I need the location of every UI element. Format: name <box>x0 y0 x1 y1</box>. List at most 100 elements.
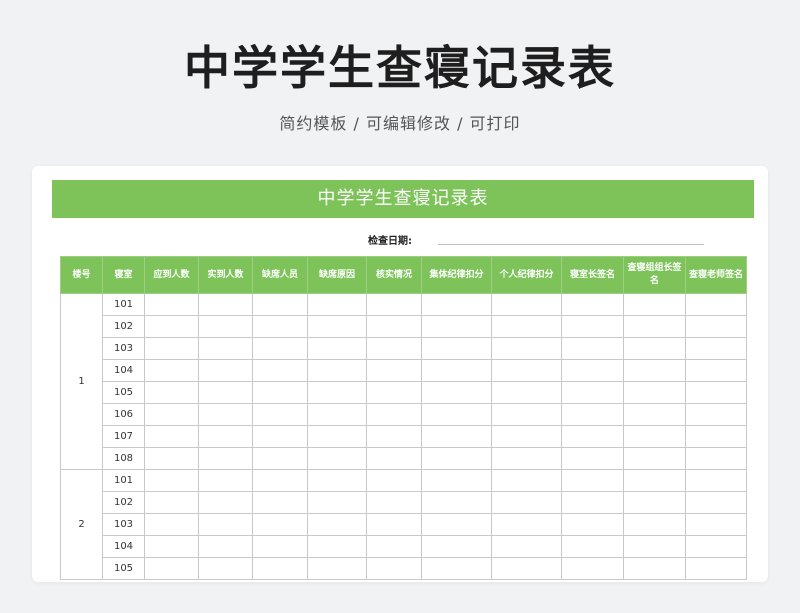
empty-cell[interactable] <box>561 447 624 470</box>
empty-cell[interactable] <box>685 359 747 382</box>
empty-cell[interactable] <box>198 513 253 536</box>
empty-cell[interactable] <box>366 557 422 580</box>
empty-cell[interactable] <box>623 425 686 448</box>
empty-cell[interactable] <box>144 425 199 448</box>
empty-cell[interactable] <box>561 337 624 360</box>
empty-cell[interactable] <box>421 359 492 382</box>
empty-cell[interactable] <box>623 447 686 470</box>
empty-cell[interactable] <box>307 403 367 426</box>
empty-cell[interactable] <box>685 337 747 360</box>
empty-cell[interactable] <box>685 513 747 536</box>
empty-cell[interactable] <box>144 557 199 580</box>
empty-cell[interactable] <box>198 447 253 470</box>
empty-cell[interactable] <box>144 337 199 360</box>
empty-cell[interactable] <box>421 513 492 536</box>
check-date-field[interactable] <box>438 244 704 245</box>
empty-cell[interactable] <box>685 403 747 426</box>
empty-cell[interactable] <box>198 359 253 382</box>
empty-cell[interactable] <box>252 359 308 382</box>
empty-cell[interactable] <box>366 381 422 404</box>
empty-cell[interactable] <box>307 557 367 580</box>
empty-cell[interactable] <box>307 337 367 360</box>
empty-cell[interactable] <box>198 315 253 338</box>
empty-cell[interactable] <box>685 557 747 580</box>
empty-cell[interactable] <box>307 359 367 382</box>
empty-cell[interactable] <box>421 469 492 492</box>
empty-cell[interactable] <box>685 315 747 338</box>
empty-cell[interactable] <box>491 469 562 492</box>
empty-cell[interactable] <box>623 469 686 492</box>
empty-cell[interactable] <box>366 425 422 448</box>
empty-cell[interactable] <box>623 381 686 404</box>
empty-cell[interactable] <box>685 381 747 404</box>
empty-cell[interactable] <box>561 557 624 580</box>
empty-cell[interactable] <box>144 469 199 492</box>
empty-cell[interactable] <box>307 447 367 470</box>
empty-cell[interactable] <box>561 293 624 316</box>
empty-cell[interactable] <box>421 491 492 514</box>
empty-cell[interactable] <box>561 535 624 558</box>
empty-cell[interactable] <box>685 425 747 448</box>
empty-cell[interactable] <box>307 535 367 558</box>
empty-cell[interactable] <box>198 293 253 316</box>
empty-cell[interactable] <box>366 491 422 514</box>
empty-cell[interactable] <box>561 425 624 448</box>
empty-cell[interactable] <box>144 491 199 514</box>
empty-cell[interactable] <box>252 447 308 470</box>
empty-cell[interactable] <box>561 403 624 426</box>
empty-cell[interactable] <box>198 469 253 492</box>
empty-cell[interactable] <box>623 513 686 536</box>
empty-cell[interactable] <box>491 447 562 470</box>
empty-cell[interactable] <box>421 447 492 470</box>
empty-cell[interactable] <box>144 359 199 382</box>
empty-cell[interactable] <box>252 491 308 514</box>
empty-cell[interactable] <box>252 535 308 558</box>
empty-cell[interactable] <box>491 315 562 338</box>
empty-cell[interactable] <box>623 557 686 580</box>
empty-cell[interactable] <box>491 359 562 382</box>
empty-cell[interactable] <box>144 403 199 426</box>
empty-cell[interactable] <box>366 447 422 470</box>
empty-cell[interactable] <box>198 337 253 360</box>
empty-cell[interactable] <box>623 337 686 360</box>
empty-cell[interactable] <box>307 491 367 514</box>
empty-cell[interactable] <box>198 381 253 404</box>
empty-cell[interactable] <box>198 557 253 580</box>
empty-cell[interactable] <box>252 513 308 536</box>
empty-cell[interactable] <box>685 447 747 470</box>
empty-cell[interactable] <box>421 381 492 404</box>
empty-cell[interactable] <box>491 491 562 514</box>
empty-cell[interactable] <box>561 381 624 404</box>
empty-cell[interactable] <box>491 535 562 558</box>
empty-cell[interactable] <box>491 425 562 448</box>
empty-cell[interactable] <box>491 293 562 316</box>
empty-cell[interactable] <box>198 403 253 426</box>
empty-cell[interactable] <box>198 491 253 514</box>
empty-cell[interactable] <box>144 315 199 338</box>
empty-cell[interactable] <box>623 403 686 426</box>
empty-cell[interactable] <box>144 293 199 316</box>
empty-cell[interactable] <box>144 513 199 536</box>
empty-cell[interactable] <box>307 315 367 338</box>
empty-cell[interactable] <box>366 337 422 360</box>
empty-cell[interactable] <box>561 513 624 536</box>
empty-cell[interactable] <box>252 315 308 338</box>
empty-cell[interactable] <box>421 315 492 338</box>
empty-cell[interactable] <box>366 513 422 536</box>
empty-cell[interactable] <box>491 337 562 360</box>
empty-cell[interactable] <box>252 557 308 580</box>
empty-cell[interactable] <box>144 447 199 470</box>
empty-cell[interactable] <box>307 293 367 316</box>
empty-cell[interactable] <box>685 535 747 558</box>
empty-cell[interactable] <box>198 535 253 558</box>
empty-cell[interactable] <box>491 513 562 536</box>
empty-cell[interactable] <box>366 469 422 492</box>
empty-cell[interactable] <box>561 315 624 338</box>
empty-cell[interactable] <box>491 403 562 426</box>
empty-cell[interactable] <box>307 381 367 404</box>
empty-cell[interactable] <box>623 535 686 558</box>
empty-cell[interactable] <box>561 491 624 514</box>
empty-cell[interactable] <box>252 337 308 360</box>
empty-cell[interactable] <box>366 359 422 382</box>
empty-cell[interactable] <box>685 491 747 514</box>
